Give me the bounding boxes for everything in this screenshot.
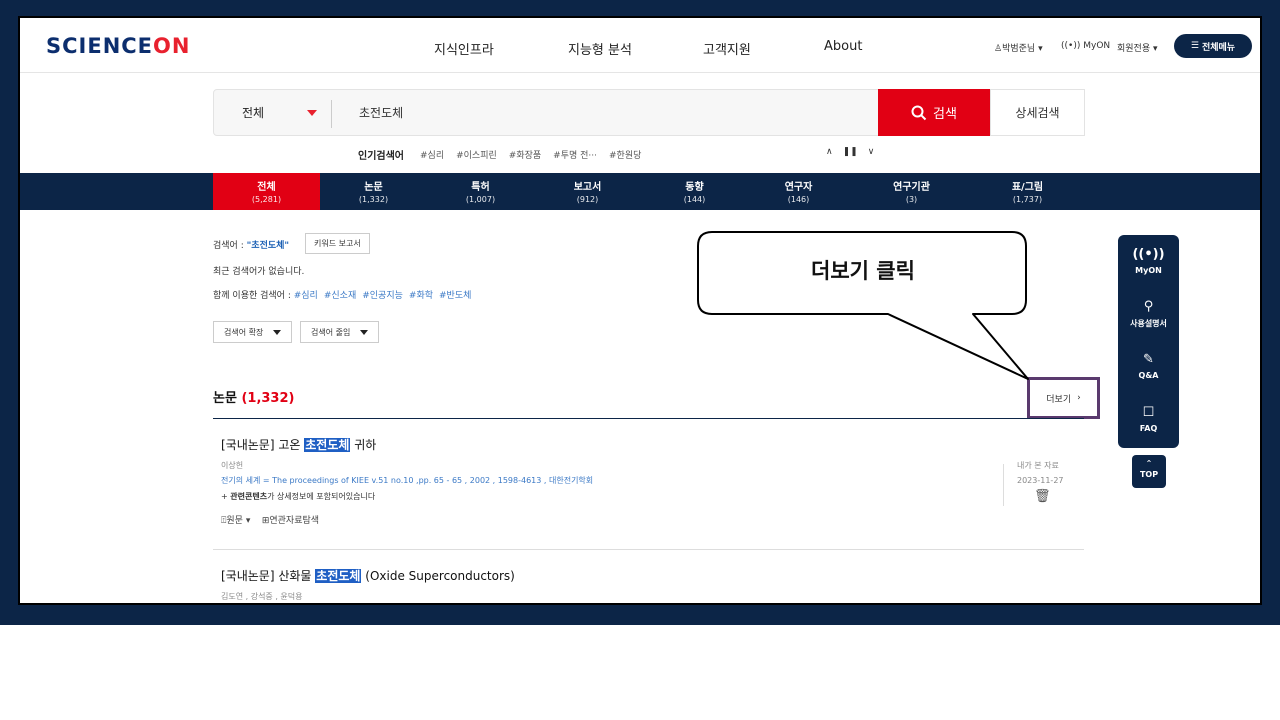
outer-frame: SCIENCEON 지식인프라 지능형 분석 고객지원 About ♙박범준님 … <box>0 0 1280 625</box>
callout-text: 더보기 클릭 <box>811 259 915 283</box>
browser-screen: SCIENCEON 지식인프라 지능형 분석 고객지원 About ♙박범준님 … <box>18 16 1262 605</box>
callout-bubble <box>697 231 1029 380</box>
